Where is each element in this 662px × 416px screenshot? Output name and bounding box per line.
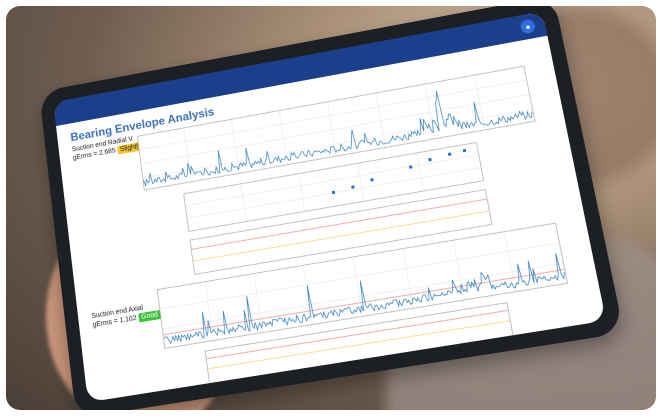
trend-point — [447, 152, 452, 156]
section-axial: Suction end Axial gErms = 1.102 Good — [91, 301, 162, 330]
background-photo: ● Bearing Envelope Analysis Suction end … — [6, 6, 656, 410]
trend-point — [428, 157, 432, 162]
trend-point — [408, 165, 413, 169]
user-circle-icon[interactable]: ● — [519, 18, 537, 35]
trend-point — [370, 178, 374, 182]
trend-point — [350, 185, 354, 189]
trend-point — [331, 190, 336, 195]
trend-point — [462, 148, 467, 153]
